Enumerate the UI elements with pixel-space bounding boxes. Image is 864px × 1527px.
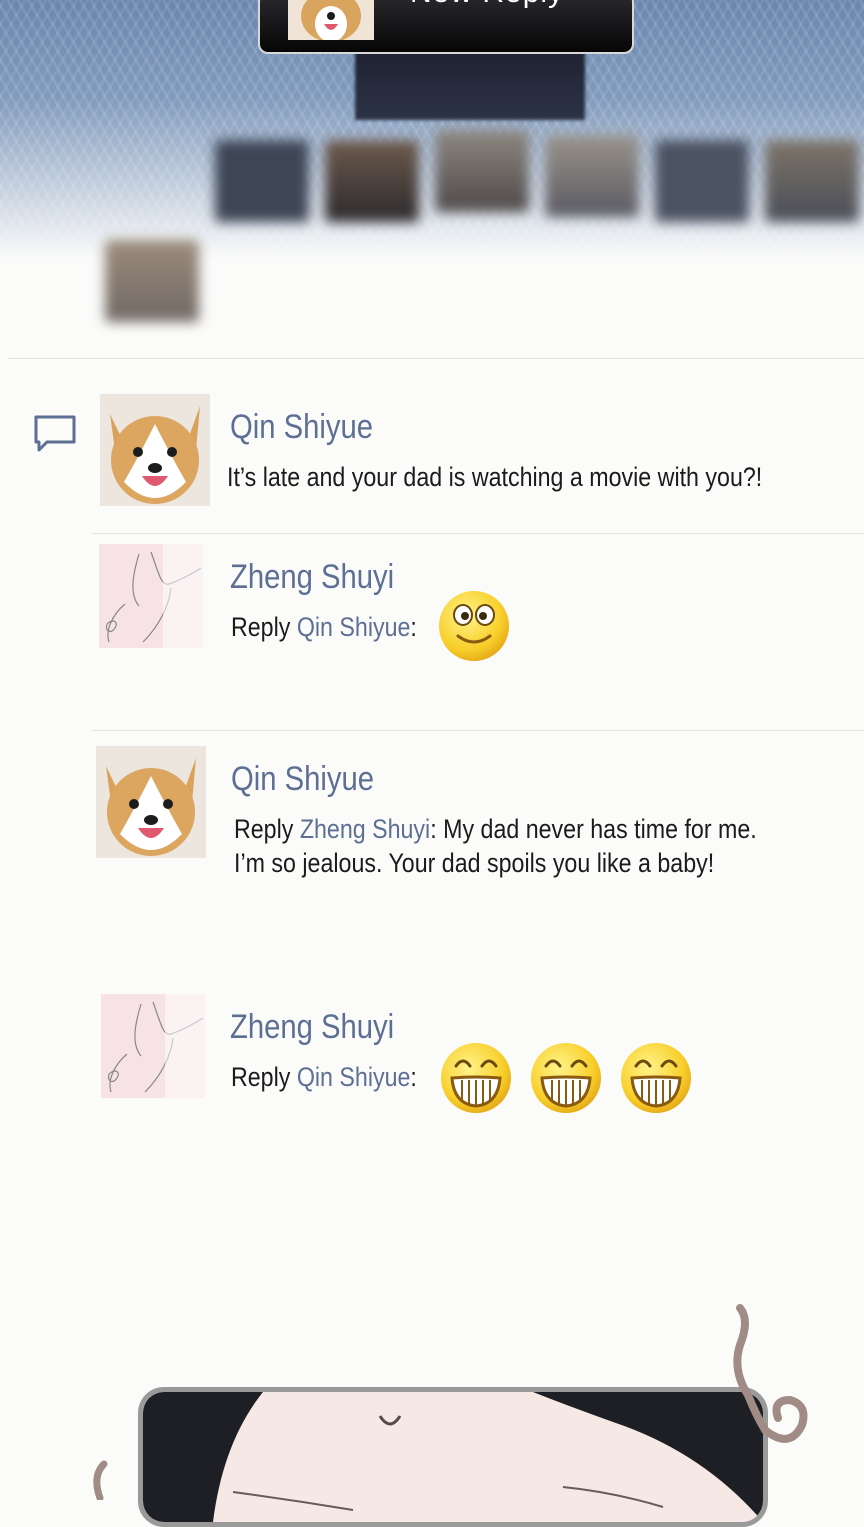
reply-mention[interactable]: Zheng Shuyi (300, 814, 430, 844)
grinning-face-emoji (528, 1040, 604, 1116)
reply-mention[interactable]: Qin Shiyue (297, 1062, 411, 1092)
toast-title: New Reply (410, 0, 564, 10)
reply-line: Reply Qin Shiyue: (231, 610, 417, 644)
comment-text-line: I’m so jealous. Your dad spoils you like… (234, 848, 715, 878)
reply-colon: : (410, 612, 417, 642)
comment-author[interactable]: Qin Shiyue (231, 760, 374, 799)
squiggle-decoration (733, 1304, 808, 1443)
blurred-photo-thumbnail (435, 130, 529, 212)
reply-prefix: Reply (231, 1062, 291, 1092)
avatar-corgi[interactable] (100, 394, 210, 506)
blurred-photo-thumbnail (655, 140, 749, 222)
grinning-face-emoji (438, 1040, 514, 1116)
reply-colon: : (430, 814, 444, 844)
reply-line: Reply Qin Shiyue: (231, 1060, 417, 1094)
toast-avatar (288, 0, 374, 40)
blurred-photo-thumbnail (325, 140, 419, 222)
squiggle-decoration (93, 1460, 108, 1500)
blurred-photo-thumbnail (765, 140, 859, 222)
comic-panel (138, 1387, 768, 1527)
reply-line: Reply Zheng Shuyi: My dad never has time… (234, 812, 757, 846)
blurred-photo-thumbnail (215, 140, 309, 222)
avatar-fox-sketch[interactable] (101, 994, 205, 1098)
comment-author[interactable]: Zheng Shuyi (230, 558, 394, 597)
comment-icon[interactable] (33, 414, 77, 454)
reply-prefix: Reply (231, 612, 291, 642)
comment-text: My dad never has time for me. (443, 814, 757, 844)
comment-divider (92, 533, 864, 534)
reply-prefix: Reply (234, 814, 294, 844)
smiling-face-emoji (436, 588, 512, 664)
reply-mention[interactable]: Qin Shiyue (297, 612, 411, 642)
section-divider (8, 358, 864, 359)
avatar-fox-sketch[interactable] (99, 544, 203, 648)
avatar-corgi[interactable] (96, 746, 206, 858)
reply-colon: : (410, 1062, 417, 1092)
comment-text: It’s late and your dad is watching a mov… (227, 462, 763, 492)
new-reply-toast[interactable]: New Reply (258, 0, 634, 54)
blurred-photo-thumbnail (545, 135, 639, 217)
comment-author[interactable]: Zheng Shuyi (230, 1008, 394, 1047)
blurred-photo-thumbnail (105, 240, 199, 322)
grinning-face-emoji (618, 1040, 694, 1116)
comment-author[interactable]: Qin Shiyue (230, 408, 373, 447)
comment-divider (92, 730, 864, 731)
